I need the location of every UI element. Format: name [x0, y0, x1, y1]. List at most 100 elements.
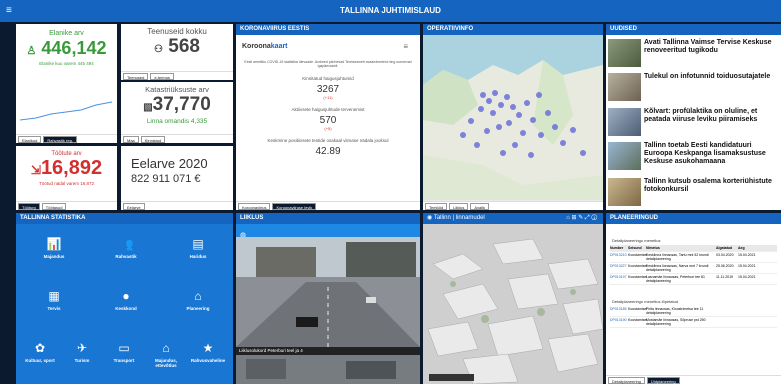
- table-row[interactable]: DP013227 Koostamisel Kesklinna linnaosas, …: [610, 263, 777, 274]
- population-sub: Elanike kuu varem 445 494: [39, 61, 94, 66]
- news-item[interactable]: Avati Tallinna Vaimse Tervise Keskuse re…: [608, 37, 778, 73]
- operative-header: OPERATIIVINFO: [423, 24, 603, 35]
- budget-title: Eelarve 2020: [131, 156, 208, 171]
- services-label: Teenuseid kokku: [147, 27, 207, 36]
- tab-avalik[interactable]: Avalik: [470, 203, 489, 210]
- news-item[interactable]: Tulekul on infotunnid toiduosutajatele: [608, 71, 778, 107]
- stat-tile-transport[interactable]: ▭ Transport: [104, 331, 144, 379]
- news-title[interactable]: Avati Tallinna Vaimse Tervise Keskuse re…: [644, 39, 780, 55]
- tab-maa[interactable]: Maa: [123, 136, 139, 143]
- news-title[interactable]: Tulekul on infotunnid toiduosutajatele: [644, 73, 780, 81]
- app-title: TALLINNA JUHTIMISLAUD: [340, 6, 441, 15]
- table-row[interactable]: DP013190 Koostamisel Mustamäe linnaosas, S…: [610, 317, 777, 328]
- table-row[interactable]: DP013210 Koostamisel Kesklinna linnaosas, …: [610, 252, 777, 263]
- tab-teetood[interactable]: Teetööd: [425, 203, 448, 210]
- plane-icon: ✈: [76, 341, 88, 355]
- stat-tile-haridus[interactable]: ▤ Haridus: [164, 227, 232, 275]
- table-cell: Koostamisel: [628, 275, 648, 279]
- hamburger-icon[interactable]: ≡: [403, 42, 408, 51]
- cadastre-sub: Linna omandis 4,335: [146, 118, 208, 125]
- tab-koroonaviirus[interactable]: Koroonaviirus: [238, 203, 271, 210]
- news-item[interactable]: Tallinn toetab Eesti kandidatuuri Euroop…: [608, 140, 778, 176]
- citymodel-3d-view[interactable]: [423, 224, 603, 384]
- tab-detailplaneering[interactable]: Detailplaneering: [608, 377, 645, 384]
- tab-rahvastik[interactable]: Rahvastik reg.: [43, 136, 77, 143]
- stat-tile-label: Majandus, ettevõtlus: [154, 358, 177, 368]
- building-icon: ▦: [48, 289, 60, 303]
- stat-tile-planeering[interactable]: ⌂ Planeering: [164, 279, 232, 327]
- traffic-panel: LIIKLUS ◍ Liiklusolukord Peterburi teel …: [236, 213, 420, 384]
- tab-uldplaneering[interactable]: Üldplaneering: [646, 377, 680, 384]
- table-cell: Koostamisel: [628, 253, 648, 257]
- tab-tootasud[interactable]: Töötasud: [41, 203, 67, 210]
- corona-value-3: 42.89: [315, 146, 341, 157]
- corona-value-1: 3267: [316, 84, 340, 95]
- camera-caption: Liiklusolukord Peterburi teel ja 4: [236, 347, 420, 355]
- people-icon: 👥: [118, 237, 134, 251]
- chart-icon: 📊: [46, 237, 62, 251]
- menu-icon[interactable]: ≡: [6, 0, 12, 22]
- statistics-header: TALLINNA STATISTIKA: [16, 213, 233, 224]
- table-cell: Lasnamäe linnaosas, Peterburi tee 81 det…: [646, 275, 705, 283]
- stat-tile-label: Transport: [113, 358, 135, 363]
- stat-tile-rahvusvaheline[interactable]: ★ Rahvusvaheline: [188, 331, 228, 379]
- table-cell[interactable]: DP013210: [610, 253, 628, 261]
- culture-icon: ✿: [34, 341, 46, 355]
- table-cell[interactable]: DP013185: [610, 307, 628, 315]
- tab-eelarve[interactable]: Eelarve: [123, 203, 145, 210]
- corona-label-3: Keskmine positiivsete testide osakaal vi…: [267, 138, 389, 143]
- table-cell[interactable]: DP013227: [610, 264, 628, 272]
- citymodel-sub: linnamudel: [455, 215, 485, 221]
- unemployment-panel: Töötute arv ⇲16,892 Töötud nädal varem 1…: [16, 146, 117, 210]
- corona-delta-2: (+5): [324, 126, 332, 131]
- news-item[interactable]: Tallinn kutsub osalema korteriühistute f…: [608, 176, 778, 210]
- population-sparkline: [19, 101, 113, 121]
- stat-tile-majandus[interactable]: 📊 Majandus: [20, 227, 88, 275]
- stat-tile-label: Rahvusvaheline: [190, 358, 226, 363]
- stat-tile-rahvastik[interactable]: 👥 Rahvastik: [92, 227, 160, 275]
- table-cell: 11.11.2019: [716, 275, 733, 279]
- statistics-panel: TALLINNA STATISTIKA 📊 Majandus 👥 Rahvastik ▤…: [16, 213, 233, 384]
- stat-tile-kultuur-sport[interactable]: ✿ Kultuur, sport: [20, 331, 60, 379]
- news-header: UUDISED: [606, 24, 781, 35]
- table-cell: Koostamisel: [628, 264, 648, 268]
- stat-tile-turism[interactable]: ✈ Turism: [62, 331, 102, 379]
- table-cell[interactable]: DP013197: [610, 275, 628, 283]
- stat-tile-majandus-ettevõtlus[interactable]: ⌂ Majandus, ettevõtlus: [146, 331, 186, 379]
- operative-map[interactable]: [423, 35, 603, 200]
- tab-elanikud[interactable]: Elanikud: [18, 136, 42, 143]
- stat-tile-label: Rahvastik: [115, 254, 137, 259]
- arrow-down-icon: ⇲: [30, 163, 41, 177]
- table-cell: 03.04.2020: [716, 253, 734, 257]
- table-cell: Koostamisel: [628, 307, 648, 311]
- news-title[interactable]: Tallinn kutsub osalema korteriühistute f…: [644, 178, 780, 194]
- citymodel-title: Tallinn: [433, 215, 451, 221]
- unemployment-sub: Töötud nädal varem 16,872: [38, 181, 95, 186]
- news-title[interactable]: Tallinn toetab Eesti kandidatuuri Euroop…: [644, 142, 780, 166]
- table-row[interactable]: DP013185 Koostamisel Pirita linnaosas, Klo…: [610, 306, 777, 317]
- tab-kinnistud[interactable]: Kinnistud: [140, 136, 166, 143]
- news-item[interactable]: Kõlvart: profülaktika on oluline, et pea…: [608, 106, 778, 142]
- bus-icon: ▭: [118, 341, 130, 355]
- table-row[interactable]: DP013197 Koostamisel Lasnamäe linnaosas, P…: [610, 274, 777, 285]
- corona-panel: KORONAVIIRUS EESTIS Koroonakaart ≡ Eesti…: [236, 24, 420, 210]
- table-cell[interactable]: DP013190: [610, 318, 628, 326]
- bank-icon: ⌂: [162, 341, 170, 355]
- table-cell: Kesklinna linnaosas, Narva mnt 7 krundi …: [646, 264, 709, 272]
- tab-tooturg[interactable]: Tööturg: [18, 203, 40, 210]
- news-thumbnail: [608, 178, 641, 206]
- tab-teenused[interactable]: Teenused: [123, 73, 149, 80]
- people-icon: ♙: [26, 45, 37, 57]
- tab-koroonaviiruse-levik[interactable]: Koroonaviiruse levik: [272, 203, 317, 210]
- table-cell: Kesklinna linnaosas, Tartu mnt 52 krundi…: [646, 253, 709, 261]
- planning-table-1: Number Seisund Nimetus Algatatud Aeg DP01321…: [610, 245, 777, 285]
- toolbar-icons[interactable]: ⌂ ⊞ ✎ ⤢ ⓘ: [566, 213, 597, 224]
- news-title[interactable]: Kõlvart: profülaktika on oluline, et pea…: [644, 108, 780, 124]
- stat-tile-keskkond[interactable]: ● Keskkond: [92, 279, 160, 327]
- tab-liiklus[interactable]: Liiklus: [449, 203, 469, 210]
- stat-tile-tervis[interactable]: ▦ Tervis: [20, 279, 88, 327]
- unemployment-value: ⇲16,892: [30, 157, 103, 179]
- tab-e-teenus[interactable]: e-teenus: [150, 73, 174, 80]
- top-bar: ≡ TALLINNA JUHTIMISLAUD: [0, 0, 781, 22]
- table-cell: 15.04.2021: [738, 275, 756, 279]
